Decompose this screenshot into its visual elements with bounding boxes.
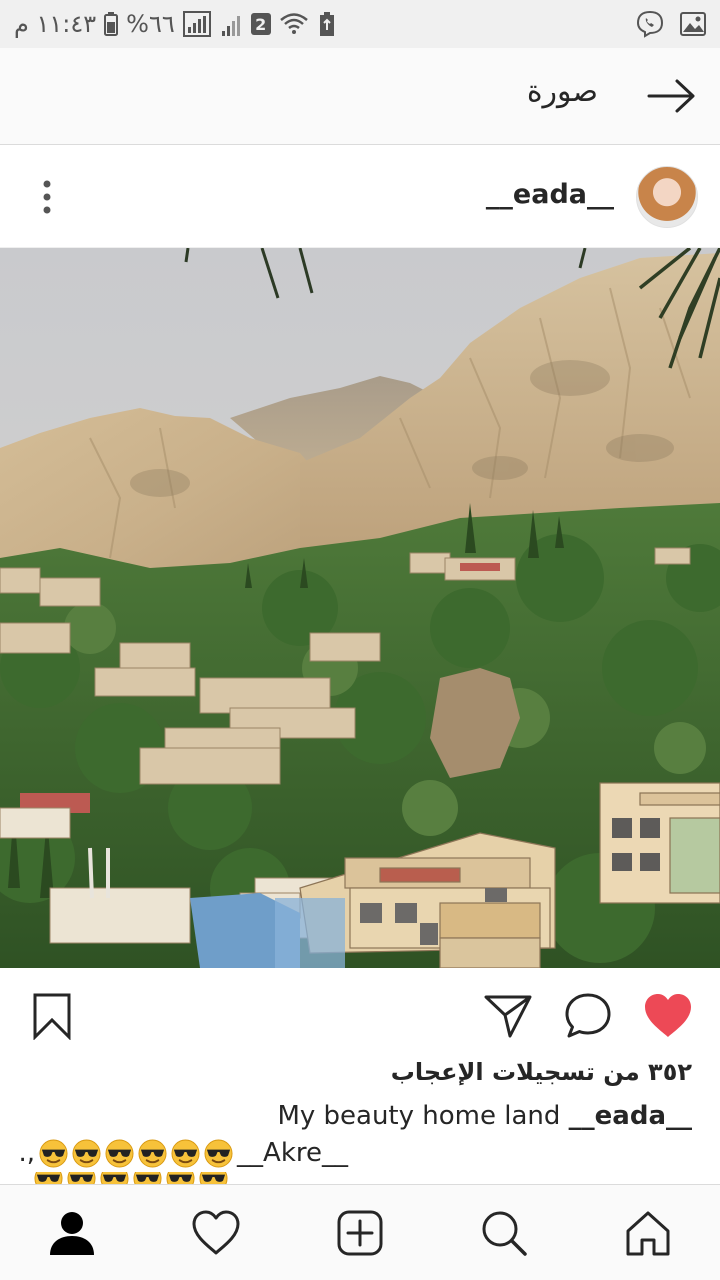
caption: My beauty home land __eada__ <box>277 1101 692 1131</box>
back-button[interactable] <box>646 76 698 116</box>
clock: ١١:٤٣ م <box>14 10 97 38</box>
share-icon <box>484 995 532 1038</box>
comment-icon <box>565 993 611 1038</box>
post-header: __eada__ <box>0 145 720 248</box>
post-username[interactable]: __eada__ <box>486 179 614 210</box>
status-right <box>636 10 706 38</box>
home-icon <box>626 1211 670 1256</box>
gallery-icon <box>680 12 706 36</box>
sunglasses-face-emoji <box>204 1138 233 1168</box>
caption-continuation: ., __Akre__ <box>19 1138 349 1168</box>
sunglasses-face-emoji <box>72 1138 101 1168</box>
vertical-dots-icon <box>43 180 51 214</box>
more-options-button[interactable] <box>30 175 64 219</box>
emoji-row-clipped <box>34 1172 228 1184</box>
sunglasses-face-emoji <box>138 1138 167 1168</box>
comment-suffix: ., <box>18 1138 36 1168</box>
signal-bars-icon <box>221 11 243 37</box>
nav-profile[interactable] <box>44 1205 100 1261</box>
sunglasses-face-emoji <box>199 1172 228 1184</box>
bottom-nav <box>0 1184 720 1280</box>
nav-search[interactable] <box>476 1205 532 1261</box>
arrow-right-icon <box>647 79 695 113</box>
app-header: صورة <box>0 48 720 145</box>
heart-icon <box>645 994 691 1037</box>
sunglasses-face-emoji <box>171 1138 200 1168</box>
sim-slot-badge: 2 <box>250 13 271 35</box>
sunglasses-face-emoji <box>105 1138 134 1168</box>
search-icon <box>482 1211 527 1256</box>
comment-text: __Akre__ <box>237 1138 348 1168</box>
sunglasses-face-emoji <box>166 1172 195 1184</box>
wifi-icon <box>279 12 309 36</box>
battery-icon <box>104 12 119 36</box>
nav-activity[interactable] <box>188 1205 244 1261</box>
share-button[interactable] <box>480 988 536 1044</box>
like-button[interactable] <box>640 988 696 1044</box>
storage-cleaner-icon <box>317 11 337 37</box>
page-title: صورة <box>526 74 598 109</box>
status-bar: ١١:٤٣ م %٦٦ 2 <box>0 0 720 48</box>
profile-icon <box>50 1212 94 1255</box>
battery-percent: %٦٦ <box>126 10 175 38</box>
caption-username[interactable]: __eada__ <box>569 1101 692 1131</box>
post-photo[interactable] <box>0 248 720 968</box>
bookmark-icon <box>33 993 71 1040</box>
new-post-icon <box>337 1210 383 1256</box>
avatar[interactable] <box>636 166 698 228</box>
viber-icon <box>636 10 664 38</box>
post-actions <box>0 968 720 1048</box>
activity-icon <box>192 1210 240 1255</box>
emoji-row <box>39 1138 233 1168</box>
sunglasses-face-emoji <box>133 1172 162 1184</box>
like-count[interactable]: ٣٥٢ من تسجيلات الإعجاب <box>391 1058 692 1086</box>
sunglasses-face-emoji <box>67 1172 96 1184</box>
comment-button[interactable] <box>560 988 616 1044</box>
save-button[interactable] <box>24 988 80 1044</box>
caption-text: My beauty home land <box>277 1101 561 1131</box>
nav-home[interactable] <box>620 1205 676 1261</box>
signal-icon <box>182 11 213 37</box>
status-left: ١١:٤٣ م %٦٦ 2 <box>14 10 337 38</box>
sunglasses-face-emoji <box>34 1172 63 1184</box>
sunglasses-face-emoji <box>39 1138 68 1168</box>
nav-new-post[interactable] <box>332 1205 388 1261</box>
sunglasses-face-emoji <box>100 1172 129 1184</box>
